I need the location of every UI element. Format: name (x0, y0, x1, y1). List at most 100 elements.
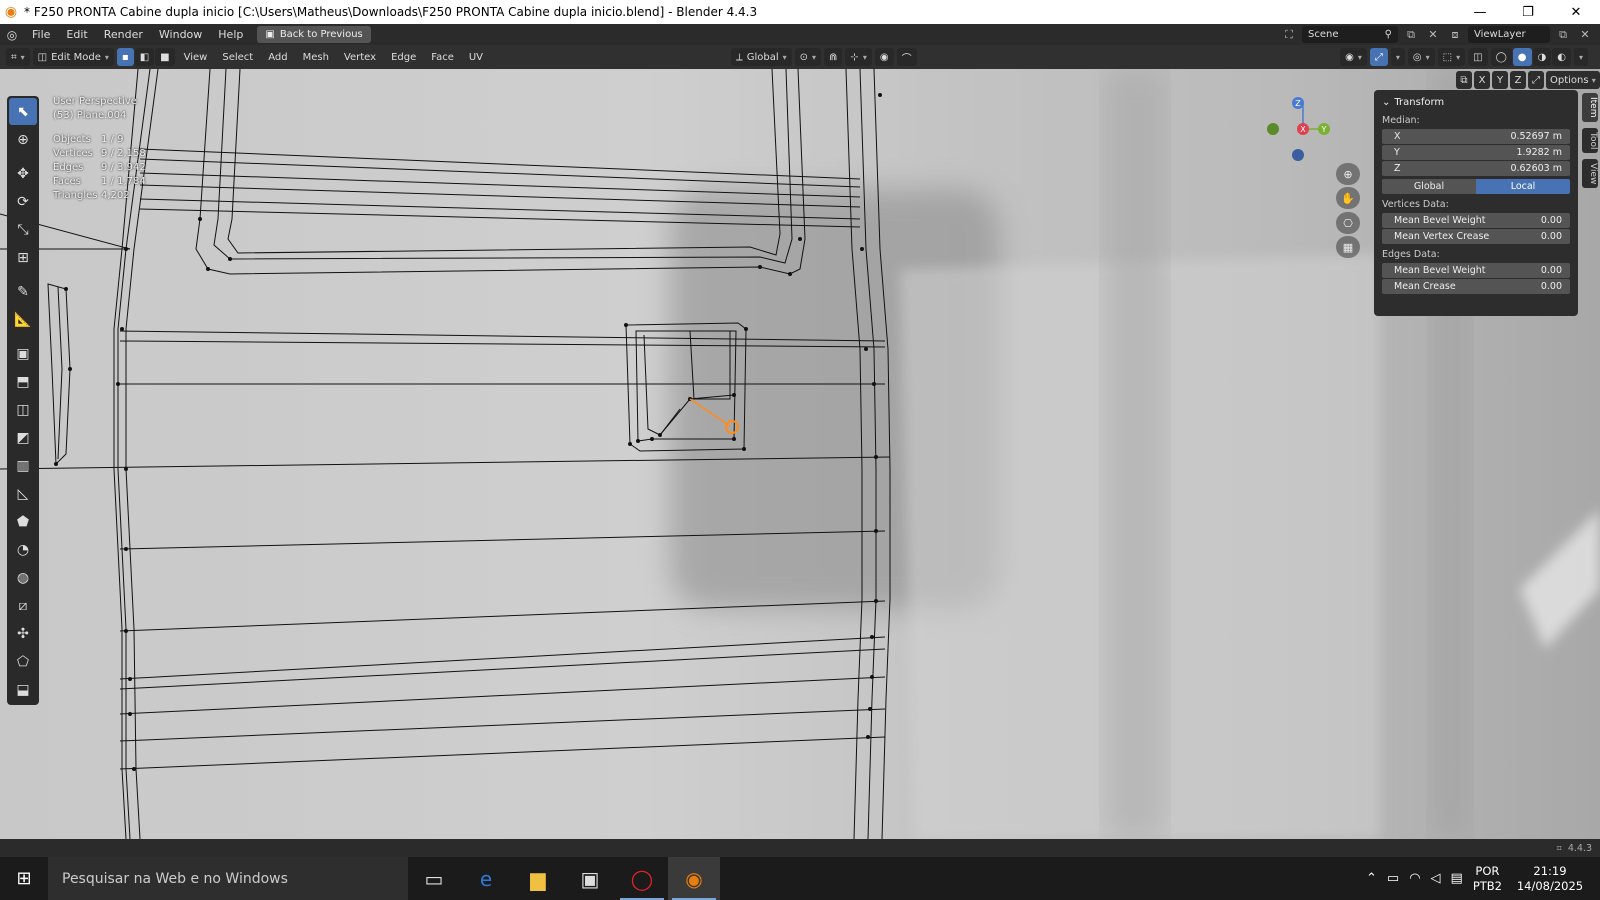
menu-mesh[interactable]: Mesh (297, 52, 335, 63)
mirror-icon[interactable]: ⧉ (1456, 71, 1472, 89)
notification-icon[interactable]: ▤ (1451, 871, 1463, 886)
edge-browser-icon[interactable]: e (460, 857, 512, 900)
viewlayer-selector-icon[interactable]: ⧈ (1446, 26, 1464, 43)
face-select-button[interactable]: ■ (155, 48, 175, 66)
minimize-button[interactable]: — (1456, 0, 1504, 24)
extrude-tool-icon[interactable]: ⬒ (9, 368, 37, 395)
rotate-tool-icon[interactable]: ⟳ (9, 188, 37, 215)
knife-tool-icon[interactable]: ◺ (9, 480, 37, 507)
cursor-tool-icon[interactable]: ⊕ (9, 126, 37, 153)
pivot-point-dropdown[interactable]: ⊙ ▾ (794, 48, 822, 66)
overlays-toggle[interactable]: ◎ ▾ (1407, 48, 1435, 66)
rip-tool-icon[interactable]: ⬓ (9, 676, 37, 703)
global-space-button[interactable]: Global (1382, 179, 1476, 194)
menu-face[interactable]: Face (425, 52, 460, 63)
tab-view[interactable]: View (1582, 158, 1598, 189)
chevron-up-icon[interactable]: ⌃ (1366, 871, 1377, 886)
transform-panel-header[interactable]: ⌄ Transform (1382, 94, 1570, 110)
opera-browser-icon[interactable]: ◯ (616, 857, 668, 900)
delete-scene-icon[interactable]: ✕ (1424, 26, 1442, 43)
xray-toggle[interactable]: ◫ (1468, 48, 1488, 66)
options-dropdown[interactable]: Options ▾ (1546, 71, 1600, 89)
new-viewlayer-icon[interactable]: ⧉ (1554, 26, 1572, 43)
menu-view[interactable]: View (178, 52, 214, 63)
scene-selector-icon[interactable]: ⛶ (1280, 26, 1298, 43)
restore-button[interactable]: ❐ (1504, 0, 1552, 24)
solid-shading-button[interactable]: ● (1512, 48, 1532, 66)
zoom-icon[interactable]: ⊕ (1336, 163, 1360, 185)
volume-icon[interactable]: ◁ (1431, 871, 1441, 886)
menu-vertex[interactable]: Vertex (338, 52, 382, 63)
blender-menu-icon[interactable]: ◎ (0, 28, 24, 42)
gizmo-toggle[interactable]: ⤢ (1369, 48, 1388, 66)
scene-field[interactable]: Scene ⚲ (1302, 26, 1398, 43)
local-space-button[interactable]: Local (1476, 179, 1570, 194)
transform-tool-icon[interactable]: ⊞ (9, 244, 37, 271)
poly-build-tool-icon[interactable]: ⬟ (9, 508, 37, 535)
blender-taskbar-icon[interactable]: ◉ (668, 857, 720, 900)
inset-tool-icon[interactable]: ◫ (9, 396, 37, 423)
shrink-fatten-tool-icon[interactable]: ✣ (9, 620, 37, 647)
menu-edge[interactable]: Edge (385, 52, 422, 63)
windows-start-icon[interactable]: ⊞ (0, 857, 48, 900)
mode-dropdown[interactable]: ◫ Edit Mode ▾ (32, 48, 114, 66)
mesh-edit-overlays-toggle[interactable]: ⬚ ▾ (1437, 48, 1466, 66)
edge-slide-tool-icon[interactable]: ⧄ (9, 592, 37, 619)
bevel-tool-icon[interactable]: ◩ (9, 424, 37, 451)
wireframe-shading-button[interactable]: ◯ (1490, 48, 1512, 66)
perspective-grid-icon[interactable]: ▦ (1336, 236, 1360, 258)
gizmo-neg-z-ball[interactable] (1292, 149, 1304, 161)
menu-file[interactable]: File (24, 28, 58, 41)
file-explorer-icon[interactable]: ▆ (512, 857, 564, 900)
rendered-shading-button[interactable]: ◐ (1552, 48, 1571, 66)
vertex-mean-bevel-weight-field[interactable]: Mean Bevel Weight 0.00 (1382, 213, 1570, 228)
editor-type-button[interactable]: ⌗ ▾ (6, 48, 30, 66)
menu-select[interactable]: Select (216, 52, 259, 63)
task-view-icon[interactable]: ▭ (408, 857, 460, 900)
menu-uv[interactable]: UV (463, 52, 489, 63)
menu-edit[interactable]: Edit (58, 28, 95, 41)
proportional-edit-toggle[interactable]: ◉ (874, 48, 894, 66)
vertex-select-button[interactable]: ▪ (116, 48, 134, 66)
tab-tool[interactable]: Tool (1582, 127, 1598, 153)
delete-viewlayer-icon[interactable]: ✕ (1576, 26, 1594, 43)
median-y-field[interactable]: Y 1.9282 m (1382, 145, 1570, 160)
menu-render[interactable]: Render (96, 28, 151, 41)
mirror-x-toggle[interactable]: X (1474, 71, 1490, 89)
menu-add[interactable]: Add (262, 52, 293, 63)
pin-icon[interactable]: ⚲ (1385, 29, 1392, 40)
wifi-icon[interactable]: ◠ (1409, 871, 1420, 886)
falloff-dropdown[interactable]: ⌒ (896, 48, 917, 66)
mean-crease-field[interactable]: Mean Crease 0.00 (1382, 279, 1570, 294)
visibility-dropdown[interactable]: ◉ ▾ (1340, 48, 1367, 66)
annotate-tool-icon[interactable]: ✎ (9, 278, 37, 305)
add-cube-tool-icon[interactable]: ▣ (9, 340, 37, 367)
snap-toggle[interactable]: ⋒ (824, 48, 843, 66)
language-indicator[interactable]: POR PTB2 (1473, 864, 1502, 894)
back-to-previous-button[interactable]: ▣ Back to Previous (257, 26, 371, 43)
move-tool-icon[interactable]: ✥ (9, 160, 37, 187)
auto-merge-icon[interactable]: ⤢ (1528, 71, 1544, 89)
select-box-tool-icon[interactable]: ⬉ (9, 98, 37, 125)
median-z-field[interactable]: Z 0.62603 m (1382, 161, 1570, 176)
taskbar-search-input[interactable]: Pesquisar na Web e no Windows (48, 857, 408, 900)
menu-window[interactable]: Window (151, 28, 210, 41)
shading-dropdown[interactable]: ▾ (1573, 48, 1588, 66)
menu-help[interactable]: Help (210, 28, 251, 41)
camera-view-icon[interactable]: ⎔ (1336, 212, 1360, 234)
3d-viewport[interactable]: User Perspective (53) Plane.004 Objects 1… (0, 69, 1600, 839)
viewlayer-field[interactable]: ViewLayer (1468, 26, 1550, 43)
edge-mean-bevel-weight-field[interactable]: Mean Bevel Weight 0.00 (1382, 263, 1570, 278)
measure-tool-icon[interactable]: 📐 (9, 306, 37, 333)
scale-tool-icon[interactable]: ⤡ (9, 216, 37, 243)
material-shading-button[interactable]: ◑ (1532, 48, 1552, 66)
battery-icon[interactable]: ▭ (1387, 871, 1399, 886)
median-x-field[interactable]: X 0.52697 m (1382, 129, 1570, 144)
transform-orientation-dropdown[interactable]: ⟂ Global ▾ (731, 48, 792, 66)
clock[interactable]: 21:19 14/08/2025 (1512, 864, 1588, 894)
shear-tool-icon[interactable]: ⬠ (9, 648, 37, 675)
mirror-y-toggle[interactable]: Y (1492, 71, 1508, 89)
mirror-z-toggle[interactable]: Z (1510, 71, 1526, 89)
spin-tool-icon[interactable]: ◔ (9, 536, 37, 563)
tab-item[interactable]: Item (1582, 93, 1598, 122)
